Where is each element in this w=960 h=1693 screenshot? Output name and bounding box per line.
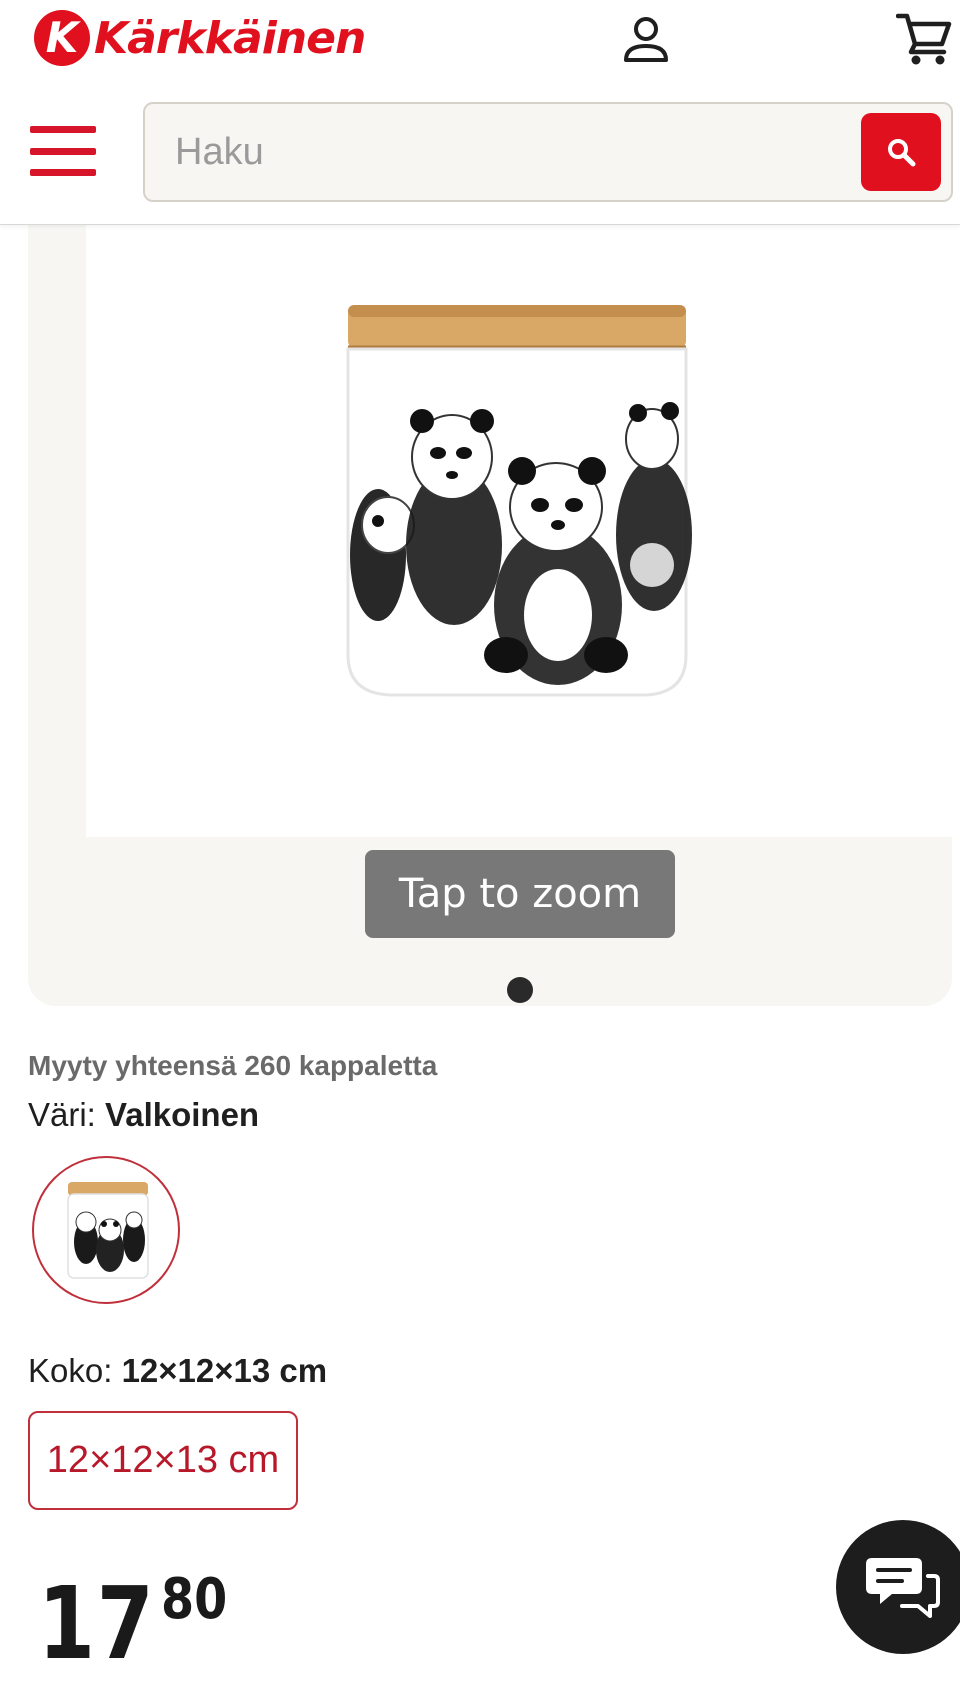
size-option-12x12x13[interactable]: 12×12×13 cm (28, 1411, 298, 1510)
gallery-pagination-dot[interactable] (507, 977, 533, 1003)
brand-logo-mark: K (34, 10, 90, 66)
gallery-frame: Tap to zoom (58, 225, 952, 1012)
price-integer: 17 (38, 1565, 156, 1682)
color-label: Väri: (28, 1096, 96, 1133)
menu-bar (30, 126, 96, 133)
brand-logo[interactable]: K Kärkkäinen (34, 8, 366, 68)
color-selector-label: Väri: Valkoinen (28, 1096, 259, 1134)
sold-count: Myyty yhteensä 260 kappaletta (28, 1050, 438, 1081)
color-swatch-thumbnail (67, 1182, 149, 1279)
size-selector-label: Koko: 12×12×13 cm (28, 1352, 327, 1390)
size-label: Koko: (28, 1352, 113, 1389)
search-bar (143, 102, 953, 202)
product-image[interactable] (86, 225, 952, 837)
product-gallery: Tap to zoom (28, 200, 952, 1006)
user-icon[interactable] (622, 14, 670, 66)
brand-logo-text: Kärkkäinen (94, 12, 366, 64)
search-button[interactable] (861, 113, 941, 191)
menu-bar (30, 147, 96, 155)
size-value: 12×12×13 cm (121, 1352, 328, 1389)
panda-jar-illustration (346, 305, 692, 697)
chat-icon (866, 1558, 940, 1618)
tap-to-zoom-hint[interactable]: Tap to zoom (365, 850, 675, 938)
chat-button[interactable] (836, 1520, 960, 1654)
menu-bar (30, 169, 96, 176)
menu-icon[interactable] (30, 126, 98, 176)
color-value: Valkoinen (105, 1096, 260, 1133)
color-swatch-valkoinen[interactable] (32, 1156, 180, 1304)
site-header: K Kärkkäinen (0, 0, 960, 225)
shopping-cart-icon[interactable] (896, 10, 952, 66)
product-price: 17 80 (38, 1560, 239, 1680)
price-decimal: 80 (161, 1567, 228, 1632)
search-icon (888, 139, 916, 167)
search-input[interactable] (175, 104, 815, 200)
